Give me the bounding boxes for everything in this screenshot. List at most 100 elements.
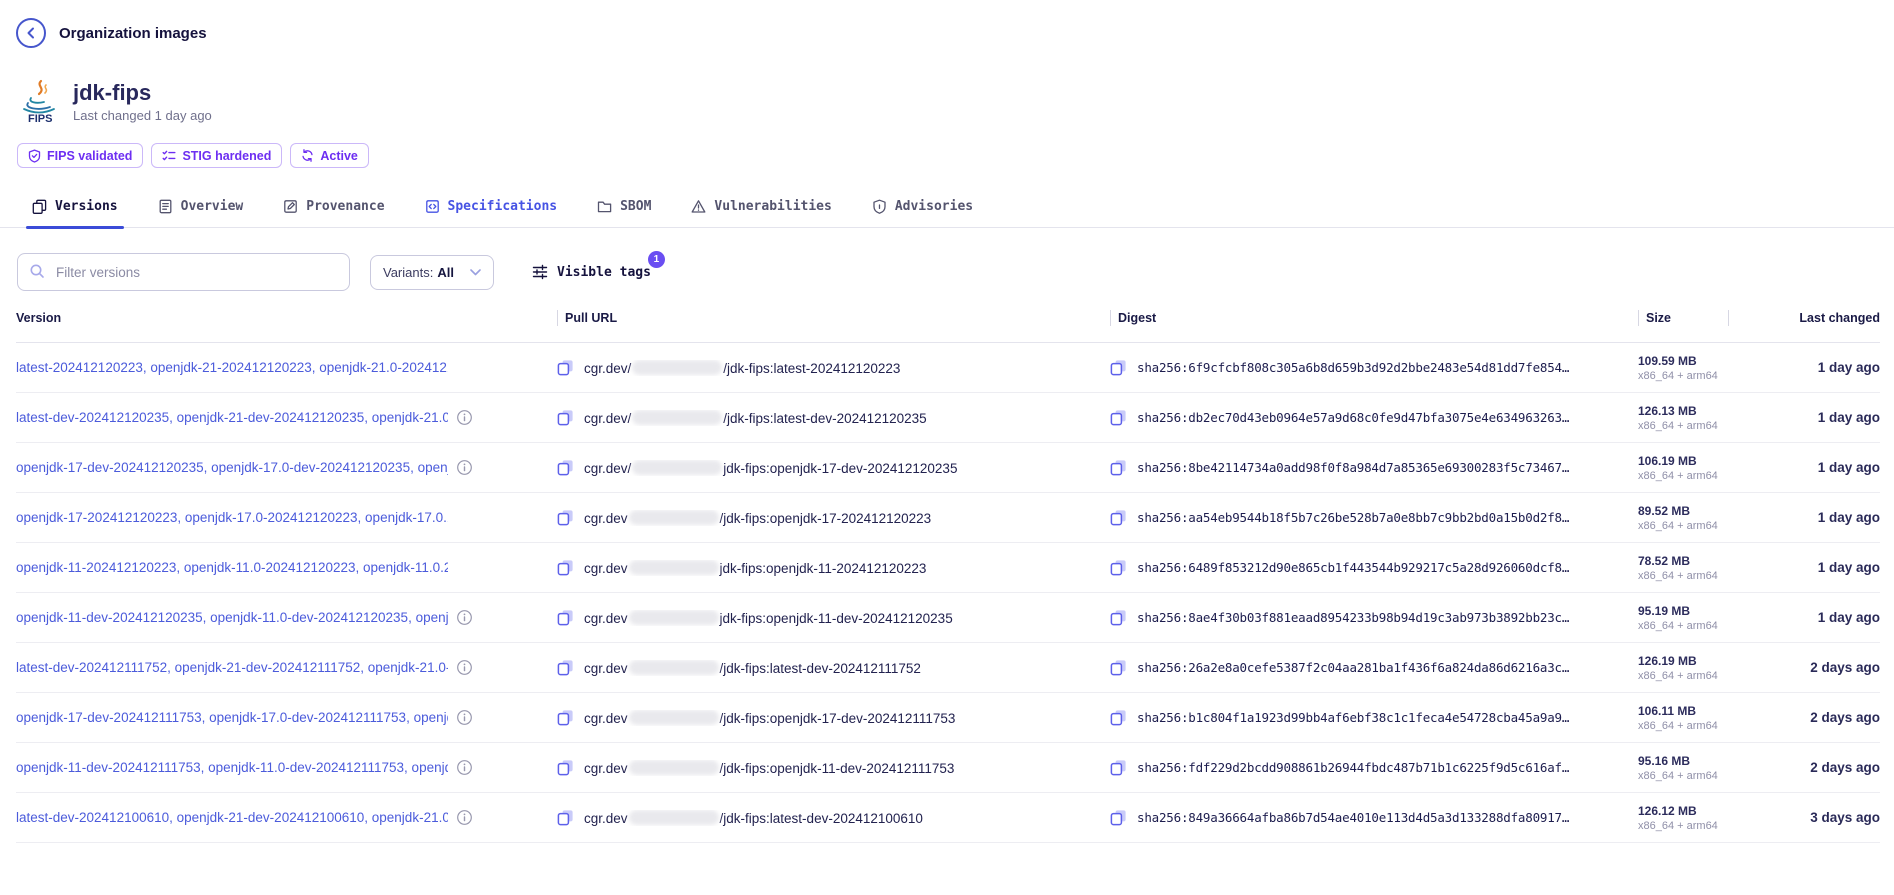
tab-label: Specifications xyxy=(448,199,558,214)
last-changed-cell: 1 day ago xyxy=(1728,359,1880,377)
tab-overview[interactable]: Overview xyxy=(158,199,244,227)
version-link[interactable]: latest-dev-202412100610, openjdk-21-dev-… xyxy=(16,810,448,825)
copy-digest-icon[interactable] xyxy=(1110,709,1127,726)
redacted-org-name xyxy=(629,660,719,675)
copy-digest-icon[interactable] xyxy=(1110,409,1127,426)
version-link[interactable]: openjdk-11-dev-202412111753, openjdk-11.… xyxy=(16,760,448,775)
copy-digest-icon[interactable] xyxy=(1110,759,1127,776)
version-link[interactable]: openjdk-17-dev-202412120235, openjdk-17.… xyxy=(16,460,448,475)
provenance-icon xyxy=(283,199,298,214)
variants-value: All xyxy=(437,265,454,280)
copy-digest-icon[interactable] xyxy=(1110,459,1127,476)
version-link[interactable]: openjdk-11-dev-202412120235, openjdk-11.… xyxy=(16,610,448,625)
back-row: Organization images xyxy=(0,0,1894,48)
pull-url-text: cgr.devjdk-fips:openjdk-11-dev-202412120… xyxy=(584,610,953,626)
version-cell: openjdk-17-dev-202412111753, openjdk-17.… xyxy=(16,709,557,726)
pull-url-text: cgr.dev/jdk-fips:openjdk-17-dev-20241212… xyxy=(584,460,957,476)
info-icon[interactable] xyxy=(456,609,473,626)
copy-pull-url-icon[interactable] xyxy=(557,709,574,726)
copy-pull-url-icon[interactable] xyxy=(557,509,574,526)
column-header-pull-url: Pull URL xyxy=(557,311,1110,325)
info-icon[interactable] xyxy=(456,409,473,426)
copy-pull-url-icon[interactable] xyxy=(557,759,574,776)
tab-provenance[interactable]: Provenance xyxy=(283,199,384,227)
pull-url-text: cgr.dev//jdk-fips:latest-202412120223 xyxy=(584,360,900,376)
copy-digest-icon[interactable] xyxy=(1110,359,1127,376)
version-cell: openjdk-11-dev-202412111753, openjdk-11.… xyxy=(16,759,557,776)
last-changed-value: 1 day ago xyxy=(1818,610,1880,625)
badge-label: Active xyxy=(320,149,358,163)
overview-icon xyxy=(158,199,173,214)
table-row: openjdk-11-202412120223, openjdk-11.0-20… xyxy=(16,543,1880,593)
size-architectures: x86_64 + arm64 xyxy=(1638,720,1728,732)
tab-vulnerabilities[interactable]: Vulnerabilities xyxy=(691,199,831,227)
column-header-digest: Digest xyxy=(1110,311,1638,325)
column-header-last-changed: Last changed xyxy=(1728,311,1880,325)
version-link[interactable]: openjdk-11-202412120223, openjdk-11.0-20… xyxy=(16,560,448,575)
variants-dropdown[interactable]: Variants:All xyxy=(370,255,494,290)
info-icon[interactable] xyxy=(456,759,473,776)
info-icon[interactable] xyxy=(456,809,473,826)
last-changed-value: 2 days ago xyxy=(1810,760,1880,775)
digest-text: sha256:8ae4f30b03f881eaad8954233b98b94d1… xyxy=(1137,610,1569,625)
digest-text: sha256:6f9cfcbf808c305a6b8d659b3d92d2bbe… xyxy=(1137,360,1569,375)
last-changed-value: 1 day ago xyxy=(1818,460,1880,475)
table-row: latest-dev-202412100610, openjdk-21-dev-… xyxy=(16,793,1880,843)
digest-cell: sha256:b1c804f1a1923d99bb4af6ebf38c1c1fe… xyxy=(1110,709,1638,726)
last-changed-cell: 1 day ago xyxy=(1728,459,1880,477)
tab-advisories[interactable]: Advisories xyxy=(872,199,973,227)
back-button[interactable] xyxy=(16,18,46,48)
version-link[interactable]: openjdk-17-dev-202412111753, openjdk-17.… xyxy=(16,710,448,725)
pull-url-cell: cgr.dev/jdk-fips:openjdk-11-dev-20241211… xyxy=(557,759,1110,776)
copy-pull-url-icon[interactable] xyxy=(557,409,574,426)
visible-tags-button[interactable]: Visible tags 1 xyxy=(532,264,651,280)
copy-pull-url-icon[interactable] xyxy=(557,359,574,376)
version-link[interactable]: latest-dev-202412120235, openjdk-21-dev-… xyxy=(16,410,448,425)
copy-digest-icon[interactable] xyxy=(1110,609,1127,626)
copy-pull-url-icon[interactable] xyxy=(557,809,574,826)
digest-text: sha256:db2ec70d43eb0964e57a9d68c0fe9d47b… xyxy=(1137,410,1569,425)
pull-url-cell: cgr.dev/jdk-fips:openjdk-17-dev-20241212… xyxy=(557,459,1110,476)
copy-digest-icon[interactable] xyxy=(1110,509,1127,526)
info-icon[interactable] xyxy=(456,659,473,676)
info-icon[interactable] xyxy=(456,459,473,476)
sbom-icon xyxy=(597,199,612,214)
size-value: 126.12 MB xyxy=(1638,804,1728,818)
badge-fips-validated: FIPS validated xyxy=(17,143,143,168)
digest-cell: sha256:6489f853212d90e865cb1f443544b9292… xyxy=(1110,559,1638,576)
copy-pull-url-icon[interactable] xyxy=(557,659,574,676)
size-cell: 95.16 MBx86_64 + arm64 xyxy=(1638,754,1728,782)
visible-tags-label: Visible tags xyxy=(557,265,651,280)
version-link[interactable]: latest-dev-202412111752, openjdk-21-dev-… xyxy=(16,660,448,675)
tab-versions[interactable]: Versions xyxy=(32,199,118,227)
digest-text: sha256:26a2e8a0cefe5387f2c04aa281ba1f436… xyxy=(1137,660,1569,675)
versions-icon xyxy=(32,199,47,214)
tab-sbom[interactable]: SBOM xyxy=(597,199,651,227)
filter-versions-input[interactable] xyxy=(17,253,350,291)
badge-label: FIPS validated xyxy=(47,149,132,163)
size-architectures: x86_64 + arm64 xyxy=(1638,770,1728,782)
chevron-left-icon xyxy=(24,26,38,40)
copy-pull-url-icon[interactable] xyxy=(557,459,574,476)
version-cell: latest-202412120223, openjdk-21-20241212… xyxy=(16,360,557,375)
version-link[interactable]: latest-202412120223, openjdk-21-20241212… xyxy=(16,360,448,375)
info-icon[interactable] xyxy=(456,709,473,726)
copy-pull-url-icon[interactable] xyxy=(557,559,574,576)
digest-cell: sha256:8be42114734a0add98f0f8a984d7a8536… xyxy=(1110,459,1638,476)
svg-text:FIPS: FIPS xyxy=(28,113,52,125)
specifications-icon xyxy=(425,199,440,214)
tab-specifications[interactable]: Specifications xyxy=(425,199,558,227)
version-link[interactable]: openjdk-17-202412120223, openjdk-17.0-20… xyxy=(16,510,448,525)
java-fips-logo-icon: FIPS xyxy=(18,79,60,125)
toolbar: Variants:All Visible tags 1 xyxy=(17,253,1894,291)
copy-digest-icon[interactable] xyxy=(1110,809,1127,826)
size-cell: 95.19 MBx86_64 + arm64 xyxy=(1638,604,1728,632)
shield-check-icon xyxy=(28,149,41,163)
pull-url-text: cgr.dev/jdk-fips:latest-dev-202412111752 xyxy=(584,660,921,676)
copy-pull-url-icon[interactable] xyxy=(557,609,574,626)
version-cell: latest-dev-202412111752, openjdk-21-dev-… xyxy=(16,659,557,676)
copy-digest-icon[interactable] xyxy=(1110,559,1127,576)
copy-digest-icon[interactable] xyxy=(1110,659,1127,676)
pull-url-cell: cgr.dev/jdk-fips:latest-dev-202412100610 xyxy=(557,809,1110,826)
digest-cell: sha256:8ae4f30b03f881eaad8954233b98b94d1… xyxy=(1110,609,1638,626)
